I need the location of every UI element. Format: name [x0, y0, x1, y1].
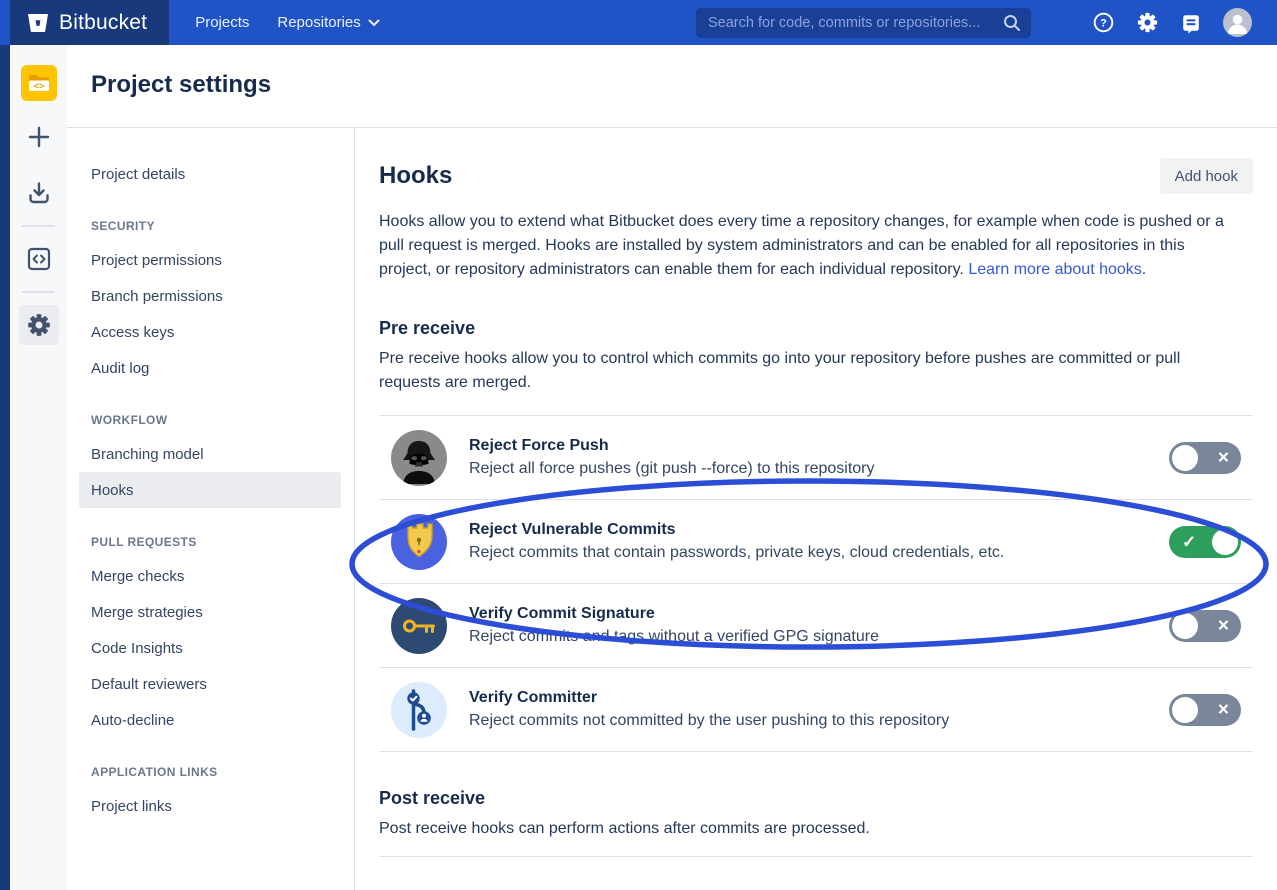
divider: [379, 856, 1253, 857]
toggle-x-icon: ×: [1218, 448, 1229, 467]
hook-name: Verify Committer: [469, 689, 949, 707]
shield-avatar-icon: [391, 514, 447, 570]
toggle-check-icon: ✓: [1182, 533, 1196, 550]
sidenav-item-default-reviewers[interactable]: Default reviewers: [79, 666, 341, 702]
code-brackets-icon[interactable]: [19, 239, 59, 279]
hook-toggle-reject-vulnerable-commits[interactable]: ✓: [1169, 526, 1241, 558]
sidenav-item-merge-strategies[interactable]: Merge strategies: [79, 594, 341, 630]
topnav-menu: Projects Repositories: [181, 0, 394, 45]
hook-description: Reject commits and tags without a verifi…: [469, 628, 879, 646]
toggle-x-icon: ×: [1218, 700, 1229, 719]
sidenav-group: APPLICATION LINKS Project links: [79, 762, 341, 824]
project-avatar-icon[interactable]: <>: [21, 65, 57, 101]
sidenav-item-project-permissions[interactable]: Project permissions: [79, 242, 341, 278]
add-hook-button[interactable]: Add hook: [1160, 158, 1253, 194]
app-shell: <> Project settings Project details SECU…: [0, 45, 1277, 890]
chevron-down-icon: [368, 19, 380, 27]
pre-receive-description: Pre receive hooks allow you to control w…: [379, 347, 1224, 395]
sidenav-item-merge-checks[interactable]: Merge checks: [79, 558, 341, 594]
user-avatar[interactable]: [1223, 8, 1252, 37]
hook-toggle-verify-commit-signature[interactable]: ×: [1169, 610, 1241, 642]
hook-row-verify-committer: Verify Committer Reject commits not comm…: [379, 668, 1253, 752]
post-receive-description: Post receive hooks can perform actions a…: [379, 817, 1224, 841]
main-panel: Hooks Add hook Hooks allow you to extend…: [355, 128, 1277, 890]
sidenav-item-auto-decline[interactable]: Auto-decline: [79, 702, 341, 738]
sidenav-item-audit-log[interactable]: Audit log: [79, 350, 341, 386]
hook-row-reject-force-push: Reject Force Push Reject all force pushe…: [379, 416, 1253, 500]
sidenav-group-header-pull-requests: PULL REQUESTS: [91, 532, 329, 552]
nav-repositories[interactable]: Repositories: [263, 0, 393, 45]
page-title: Project settings: [67, 45, 1277, 127]
toggle-knob: [1172, 445, 1198, 471]
sidenav-group-header-security: SECURITY: [91, 216, 329, 236]
sidenav-item-project-links[interactable]: Project links: [79, 788, 341, 824]
global-search[interactable]: [696, 8, 1031, 38]
hook-description: Reject commits that contain passwords, p…: [469, 544, 1004, 562]
plus-icon[interactable]: [19, 117, 59, 157]
sidenav-group: Project details: [79, 156, 341, 192]
download-icon[interactable]: [19, 173, 59, 213]
pre-receive-title: Pre receive: [379, 318, 1253, 339]
post-receive-title: Post receive: [379, 788, 1253, 809]
sidenav-item-project-details[interactable]: Project details: [79, 156, 341, 192]
toggle-knob: [1212, 529, 1238, 555]
hooks-intro-text: Hooks allow you to extend what Bitbucket…: [379, 210, 1224, 282]
help-icon[interactable]: ?: [1092, 11, 1115, 34]
hook-toggle-verify-committer[interactable]: ×: [1169, 694, 1241, 726]
key-avatar-icon: [391, 598, 447, 654]
hook-name: Reject Force Push: [469, 437, 875, 455]
settings-gear-icon[interactable]: [19, 305, 59, 345]
feedback-icon[interactable]: [1180, 12, 1202, 34]
svg-text:?: ?: [1100, 18, 1107, 30]
left-rail: [0, 45, 10, 890]
sidenav-group-header-workflow: WORKFLOW: [91, 410, 329, 430]
bitbucket-app: Bitbucket Projects Repositories ? <>: [0, 0, 1277, 890]
hook-description: Reject commits not committed by the user…: [469, 712, 949, 730]
divider: [22, 291, 55, 293]
nav-projects[interactable]: Projects: [181, 0, 263, 45]
top-nav: Bitbucket Projects Repositories ?: [0, 0, 1277, 45]
hook-description: Reject all force pushes (git push --forc…: [469, 460, 875, 478]
search-icon: [1002, 13, 1022, 33]
hook-list: Reject Force Push Reject all force pushe…: [379, 415, 1253, 752]
sidenav-item-hooks[interactable]: Hooks: [79, 472, 341, 508]
sidenav: Project details SECURITY Project permiss…: [67, 128, 355, 890]
vader-avatar-icon: [391, 430, 447, 486]
hook-name: Reject Vulnerable Commits: [469, 521, 1004, 539]
toggle-x-icon: ×: [1218, 616, 1229, 635]
icon-sidebar: <>: [10, 45, 67, 890]
sidenav-group: WORKFLOW Branching modelHooks: [79, 410, 341, 508]
sidenav-item-access-keys[interactable]: Access keys: [79, 314, 341, 350]
sidenav-group: SECURITY Project permissionsBranch permi…: [79, 216, 341, 386]
sidenav-item-branching-model[interactable]: Branching model: [79, 436, 341, 472]
toggle-knob: [1172, 613, 1198, 639]
sidenav-item-code-insights[interactable]: Code Insights: [79, 630, 341, 666]
brand-name: Bitbucket: [59, 11, 147, 35]
toggle-knob: [1172, 697, 1198, 723]
hook-toggle-reject-force-push[interactable]: ×: [1169, 442, 1241, 474]
search-input[interactable]: [696, 15, 1031, 31]
topnav-right: ?: [696, 8, 1277, 38]
gear-icon[interactable]: [1136, 11, 1159, 34]
sidenav-item-branch-permissions[interactable]: Branch permissions: [79, 278, 341, 314]
svg-text:<>: <>: [33, 81, 44, 91]
committer-avatar-icon: [391, 682, 447, 738]
divider: [22, 225, 55, 227]
hooks-section-title: Hooks: [379, 162, 452, 190]
bitbucket-home-link[interactable]: Bitbucket: [10, 0, 169, 45]
hook-row-reject-vulnerable-commits: Reject Vulnerable Commits Reject commits…: [379, 500, 1253, 584]
sidenav-group-header-application-links: APPLICATION LINKS: [91, 762, 329, 782]
learn-more-link[interactable]: Learn more about hooks: [968, 261, 1141, 278]
bitbucket-logo-icon: [26, 11, 50, 35]
sidenav-group: PULL REQUESTS Merge checksMerge strategi…: [79, 532, 341, 738]
hook-name: Verify Commit Signature: [469, 605, 879, 623]
content-region: Project settings Project details SECURIT…: [67, 45, 1277, 890]
hook-row-verify-commit-signature: Verify Commit Signature Reject commits a…: [379, 584, 1253, 668]
